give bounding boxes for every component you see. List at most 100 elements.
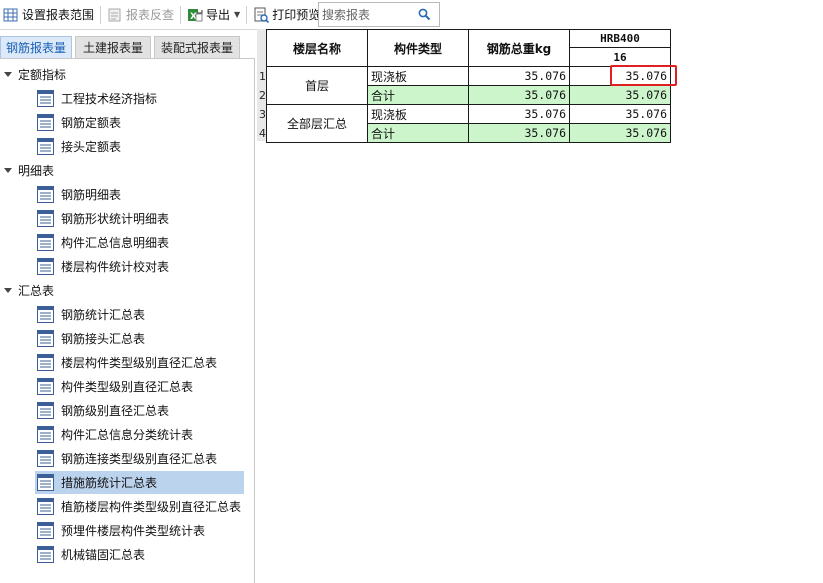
row-number: 3 [259, 108, 266, 121]
report-doc-icon [37, 522, 54, 539]
cell-component[interactable]: 合计 [367, 123, 469, 143]
tree-item-label: 植筋楼层构件类型级别直径汇总表 [61, 500, 242, 514]
tree-group-label: 明细表 [18, 163, 55, 178]
tab-prefab-report[interactable]: 装配式报表量 [154, 36, 241, 58]
dropdown-arrow-icon[interactable]: ▼ [234, 10, 240, 19]
set-report-range-label: 设置报表范围 [22, 8, 95, 22]
collapse-triangle-icon[interactable] [4, 72, 12, 77]
report-grid: 1 2 3 4 楼层名称 构件类型 钢筋总重kg HRB400 16 首层 现浇… [257, 29, 823, 583]
report-doc-icon [37, 450, 54, 467]
tree-item[interactable]: 楼层构件类型级别直径汇总表 [35, 351, 244, 374]
row-number: 1 [259, 70, 266, 83]
cell-floor[interactable]: 首层 [266, 66, 368, 105]
tree-item-label: 钢筋连接类型级别直径汇总表 [61, 452, 218, 466]
report-doc-icon [37, 90, 54, 107]
tree-item-label: 钢筋统计汇总表 [61, 308, 146, 322]
tree-item[interactable]: 构件汇总信息明细表 [35, 231, 244, 254]
table-row: 首层 现浇板 35.076 35.076 [266, 66, 671, 105]
tree-item-label: 工程技术经济指标 [61, 92, 158, 106]
tree-group-label: 定额指标 [18, 67, 67, 82]
tab-label: 土建报表量 [83, 41, 144, 55]
tree-item-label: 钢筋定额表 [61, 116, 122, 130]
header-diameter[interactable]: 16 [569, 47, 671, 67]
tree-group-summary[interactable]: 汇总表 [0, 278, 54, 302]
excel-export-icon: X [187, 7, 203, 23]
report-doc-icon [37, 234, 54, 251]
cell-total[interactable]: 35.076 [468, 66, 570, 86]
report-reverse-check-button[interactable]: 报表反查 [104, 3, 177, 27]
tree-item[interactable]: 机械锚固汇总表 [35, 543, 244, 566]
report-tree: 定额指标 工程技术经济指标 钢筋定额表 接头定额表 明细表 钢筋明细表 钢筋形状… [0, 58, 255, 583]
report-doc-icon [37, 498, 54, 515]
report-tabs: 钢筋报表量 土建报表量 装配式报表量 [0, 36, 255, 58]
tree-item[interactable]: 钢筋统计汇总表 [35, 303, 244, 326]
tree-item[interactable]: 楼层构件统计校对表 [35, 255, 244, 278]
tree-item[interactable]: 钢筋接头汇总表 [35, 327, 244, 350]
tree-item[interactable]: 钢筋形状统计明细表 [35, 207, 244, 230]
report-doc-icon [37, 402, 54, 419]
tree-item[interactable]: 钢筋连接类型级别直径汇总表 [35, 447, 244, 470]
cell-total[interactable]: 35.076 [468, 123, 570, 143]
search-input[interactable] [319, 4, 415, 25]
header-floor[interactable]: 楼层名称 [266, 29, 368, 67]
print-preview-button[interactable]: 打印预览 [250, 3, 323, 27]
cell-d16[interactable]: 35.076 [569, 104, 671, 124]
tree-item-label: 预埋件楼层构件类型统计表 [61, 524, 206, 538]
toolbar-divider [246, 5, 248, 24]
set-report-range-button[interactable]: 设置报表范围 [0, 3, 97, 27]
tree-item[interactable]: 接头定额表 [35, 135, 244, 158]
tree-item[interactable]: 构件汇总信息分类统计表 [35, 423, 244, 446]
tree-item-label: 钢筋级别直径汇总表 [61, 404, 170, 418]
tree-item[interactable]: 预埋件楼层构件类型统计表 [35, 519, 244, 542]
export-button[interactable]: X 导出 ▼ [184, 3, 243, 27]
report-doc-icon [37, 354, 54, 371]
tree-item-label: 钢筋形状统计明细表 [61, 212, 170, 226]
cell-component[interactable]: 现浇板 [367, 104, 469, 124]
cell-total[interactable]: 35.076 [468, 85, 570, 105]
cell-d16[interactable]: 35.076 [569, 85, 671, 105]
report-doc-icon [37, 114, 54, 131]
tree-item-label: 接头定额表 [61, 140, 122, 154]
tree-item[interactable]: 构件类型级别直径汇总表 [35, 375, 244, 398]
cell-d16[interactable]: 35.076 [569, 123, 671, 143]
print-preview-label: 打印预览 [272, 8, 321, 22]
report-doc-icon [37, 138, 54, 155]
search-icon[interactable] [418, 8, 431, 21]
table-row: 全部层汇总 现浇板 35.076 35.076 [266, 104, 671, 143]
tree-item-label: 构件汇总信息明细表 [61, 236, 170, 250]
tree-item[interactable]: 植筋楼层构件类型级别直径汇总表 [35, 495, 244, 518]
header-grade[interactable]: HRB400 [569, 29, 671, 48]
row-number: 4 [259, 127, 266, 140]
header-component[interactable]: 构件类型 [367, 29, 469, 67]
tree-item-label: 构件类型级别直径汇总表 [61, 380, 194, 394]
report-doc-icon [37, 330, 54, 347]
cell-component[interactable]: 合计 [367, 85, 469, 105]
tree-item[interactable]: 钢筋定额表 [35, 111, 244, 134]
tree-item[interactable]: 工程技术经济指标 [35, 87, 244, 110]
tree-group-quota-index[interactable]: 定额指标 [0, 62, 66, 86]
tree-group-detail[interactable]: 明细表 [0, 158, 54, 182]
cell-total[interactable]: 35.076 [468, 104, 570, 124]
tree-item-label: 楼层构件类型级别直径汇总表 [61, 356, 218, 370]
row-number-gutter: 1 2 3 4 [257, 29, 266, 141]
tree-item-label: 钢筋明细表 [61, 188, 122, 202]
report-reverse-check-label: 报表反查 [126, 8, 175, 22]
tree-item[interactable]: 钢筋级别直径汇总表 [35, 399, 244, 422]
report-doc-icon [37, 186, 54, 203]
tree-item-label: 楼层构件统计校对表 [61, 260, 170, 274]
export-label: 导出 [206, 8, 231, 22]
cell-component[interactable]: 现浇板 [367, 66, 469, 86]
collapse-triangle-icon[interactable] [4, 288, 12, 293]
tab-civil-report[interactable]: 土建报表量 [75, 36, 152, 58]
print-preview-icon [253, 7, 270, 23]
toolbar-divider [100, 5, 102, 24]
table-grid-icon [3, 7, 19, 23]
row-number: 2 [259, 89, 266, 102]
tab-rebar-report[interactable]: 钢筋报表量 [0, 36, 73, 58]
cell-floor[interactable]: 全部层汇总 [266, 104, 368, 143]
tree-item-selected[interactable]: 措施筋统计汇总表 [35, 471, 244, 494]
tree-item[interactable]: 钢筋明细表 [35, 183, 244, 206]
header-total-weight[interactable]: 钢筋总重kg [468, 29, 570, 67]
cell-d16[interactable]: 35.076 [569, 66, 671, 86]
collapse-triangle-icon[interactable] [4, 168, 12, 173]
